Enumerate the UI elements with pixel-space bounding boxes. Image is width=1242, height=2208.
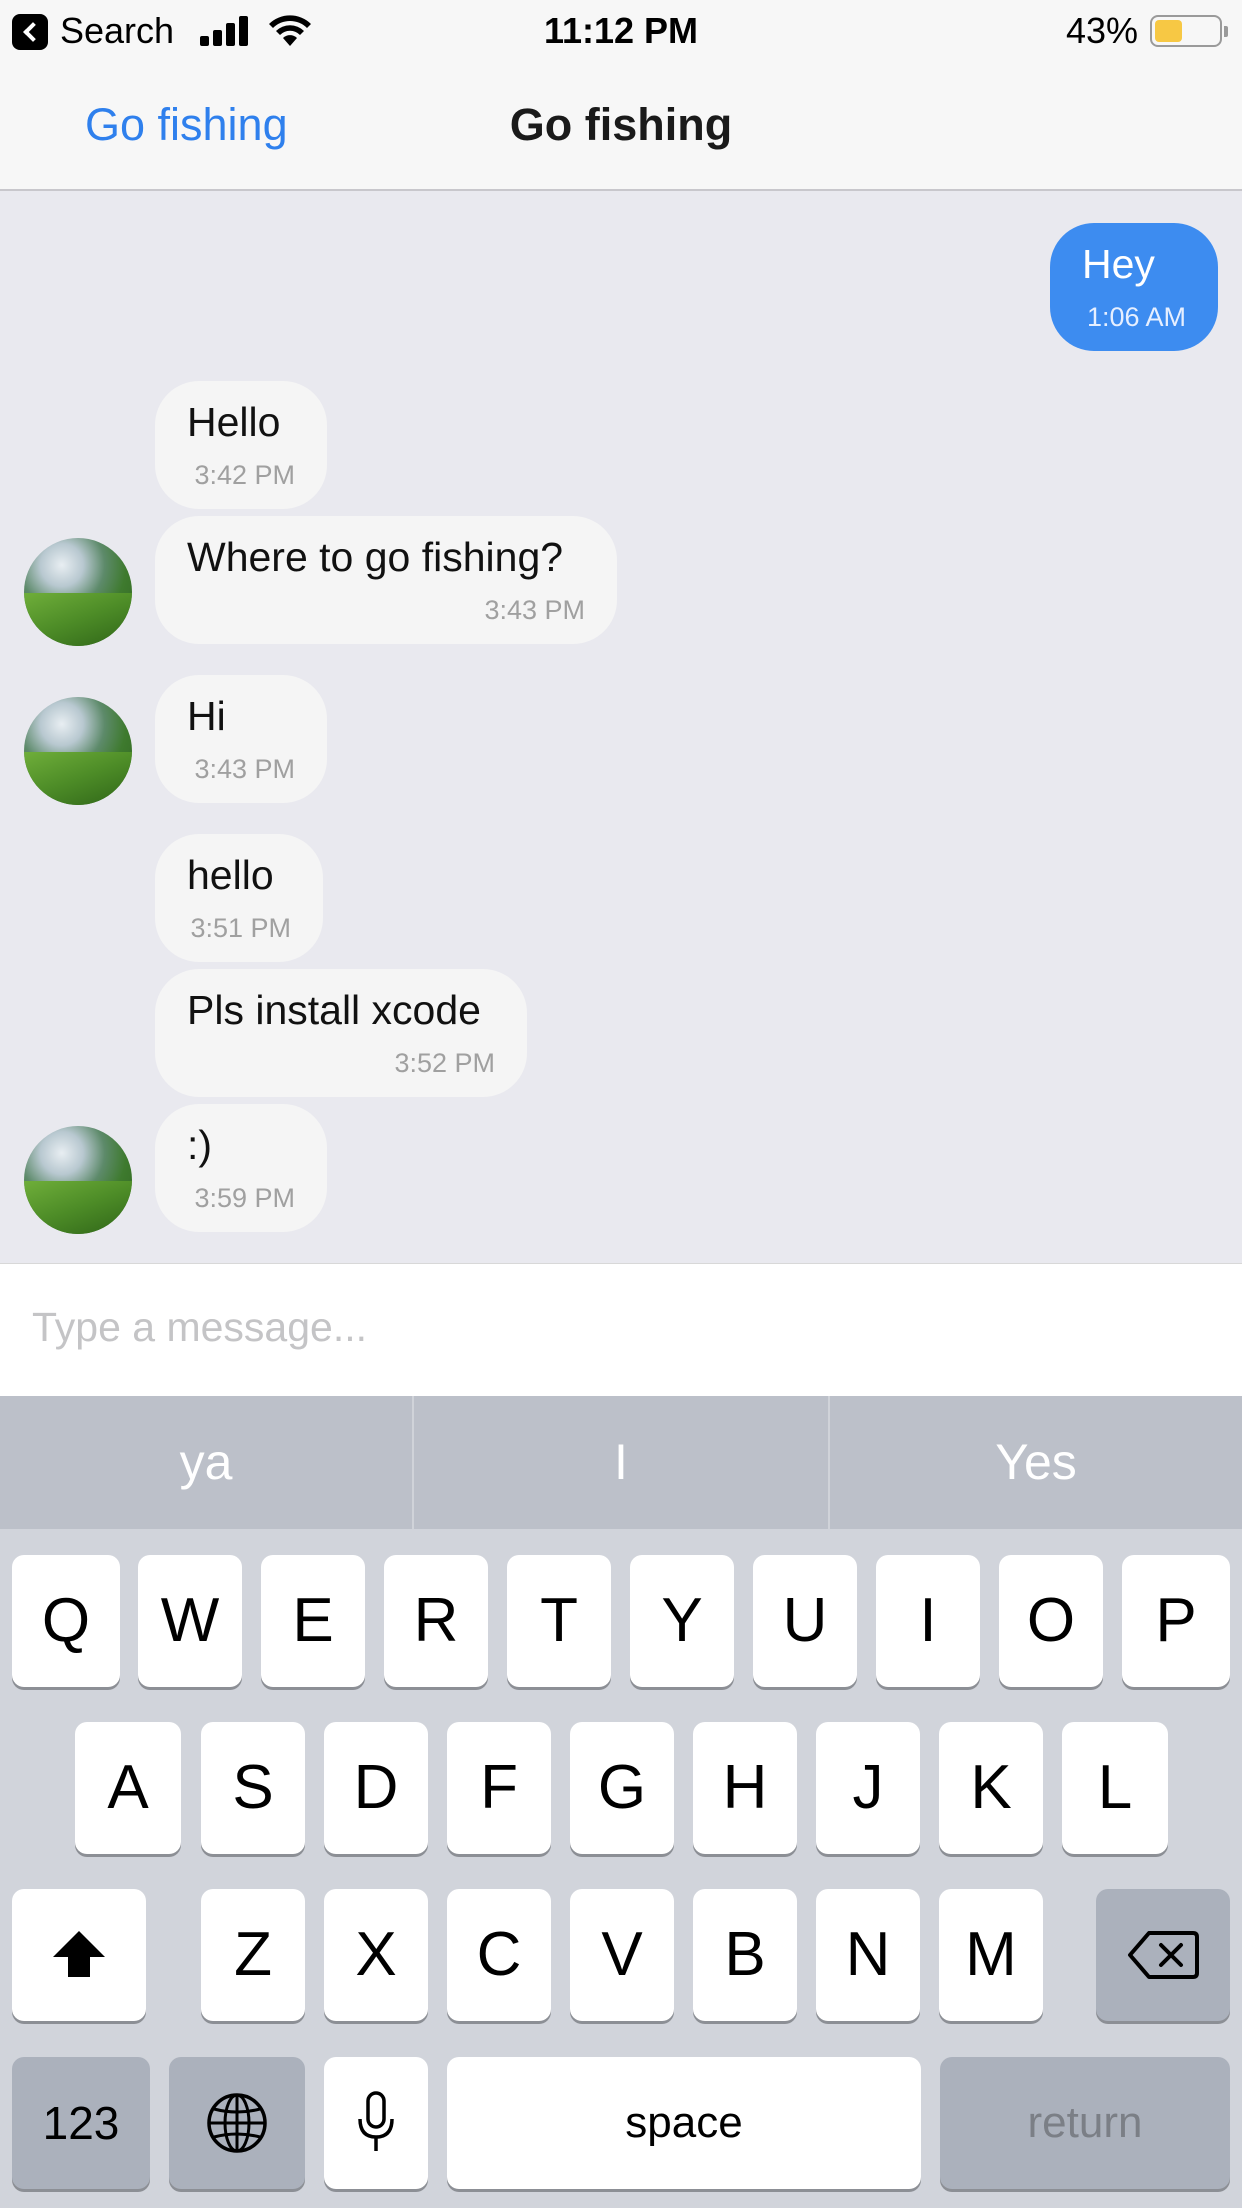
message-text: Hello (187, 399, 281, 445)
avatar[interactable] (24, 697, 132, 805)
message-bubble-outgoing[interactable]: Hey 1:06 AM (1050, 223, 1218, 351)
key-z[interactable]: Z (201, 1889, 305, 2021)
key-d[interactable]: D (324, 1722, 428, 1854)
message-input-placeholder: Type a message... (32, 1304, 368, 1350)
dictation-key[interactable] (324, 2057, 428, 2189)
key-m[interactable]: M (939, 1889, 1043, 2021)
shift-key[interactable] (12, 1889, 146, 2021)
predictive-bar: ya I Yes (0, 1396, 1242, 1529)
globe-icon (207, 2093, 267, 2153)
message-text: Where to go fishing? (187, 534, 564, 580)
message-bubble-incoming[interactable]: :) 3:59 PM (155, 1104, 327, 1232)
status-bar: Search 11:12 PM 43% (0, 0, 1242, 63)
key-a[interactable]: A (75, 1722, 181, 1854)
message-time: 3:51 PM (190, 913, 291, 943)
key-s[interactable]: S (201, 1722, 305, 1854)
battery-level (1155, 20, 1182, 42)
message-text: Hi (187, 693, 226, 739)
suggestion-1[interactable]: ya (0, 1396, 412, 1529)
message-time: 3:42 PM (194, 460, 295, 490)
space-key[interactable]: space (447, 2057, 921, 2189)
shift-icon (53, 1931, 105, 1977)
key-h[interactable]: H (693, 1722, 797, 1854)
key-u[interactable]: U (753, 1555, 857, 1687)
battery-icon (1150, 15, 1228, 47)
battery-percentage: 43% (1065, 10, 1138, 51)
key-f[interactable]: F (447, 1722, 551, 1854)
key-w[interactable]: W (138, 1555, 242, 1687)
navigation-bar: Go fishing Go fishing (0, 63, 1242, 191)
message-time: 3:59 PM (194, 1183, 295, 1213)
delete-icon (1128, 1931, 1199, 1979)
suggestion-3[interactable]: Yes (830, 1396, 1242, 1529)
key-x[interactable]: X (324, 1889, 428, 2021)
message-bubble-incoming[interactable]: Where to go fishing? 3:43 PM (155, 516, 617, 644)
message-time: 3:43 PM (484, 595, 585, 625)
clock: 11:12 PM (543, 10, 699, 51)
key-e[interactable]: E (261, 1555, 365, 1687)
numbers-key[interactable]: 123 (12, 2057, 150, 2189)
avatar[interactable] (24, 538, 132, 646)
avatar[interactable] (24, 1126, 132, 1234)
key-l[interactable]: L (1062, 1722, 1168, 1854)
microphone-icon (358, 2091, 394, 2151)
message-text: Pls install xcode (187, 987, 481, 1033)
keyboard: ya I Yes Q W E R T Y U I O P A S D F G H… (0, 1396, 1242, 2208)
key-y[interactable]: Y (630, 1555, 734, 1687)
return-key[interactable]: return (940, 2057, 1230, 2189)
message-input[interactable]: Type a message... (0, 1263, 1242, 1396)
message-text: Hey (1082, 241, 1155, 287)
key-t[interactable]: T (507, 1555, 611, 1687)
key-r[interactable]: R (384, 1555, 488, 1687)
globe-key[interactable] (169, 2057, 305, 2189)
message-bubble-incoming[interactable]: Pls install xcode 3:52 PM (155, 969, 527, 1097)
key-p[interactable]: P (1122, 1555, 1230, 1687)
message-time: 3:43 PM (194, 754, 295, 784)
key-g[interactable]: G (570, 1722, 674, 1854)
key-b[interactable]: B (693, 1889, 797, 2021)
message-text: :) (187, 1122, 213, 1168)
key-i[interactable]: I (876, 1555, 980, 1687)
message-bubble-incoming[interactable]: hello 3:51 PM (155, 834, 323, 962)
message-time: 3:52 PM (394, 1048, 495, 1078)
message-thread[interactable]: Hey 1:06 AM Hello 3:42 PM Where to go fi… (0, 193, 1242, 1263)
key-c[interactable]: C (447, 1889, 551, 2021)
key-n[interactable]: N (816, 1889, 920, 2021)
message-time: 1:06 AM (1086, 302, 1186, 332)
delete-key[interactable] (1096, 1889, 1230, 2021)
key-v[interactable]: V (570, 1889, 674, 2021)
key-k[interactable]: K (939, 1722, 1043, 1854)
page-title: Go fishing (509, 99, 733, 150)
key-o[interactable]: O (999, 1555, 1103, 1687)
message-bubble-incoming[interactable]: Hi 3:43 PM (155, 675, 327, 803)
key-q[interactable]: Q (12, 1555, 120, 1687)
message-text: hello (187, 852, 274, 898)
key-j[interactable]: J (816, 1722, 920, 1854)
suggestion-2[interactable]: I (414, 1396, 828, 1529)
message-bubble-incoming[interactable]: Hello 3:42 PM (155, 381, 327, 509)
